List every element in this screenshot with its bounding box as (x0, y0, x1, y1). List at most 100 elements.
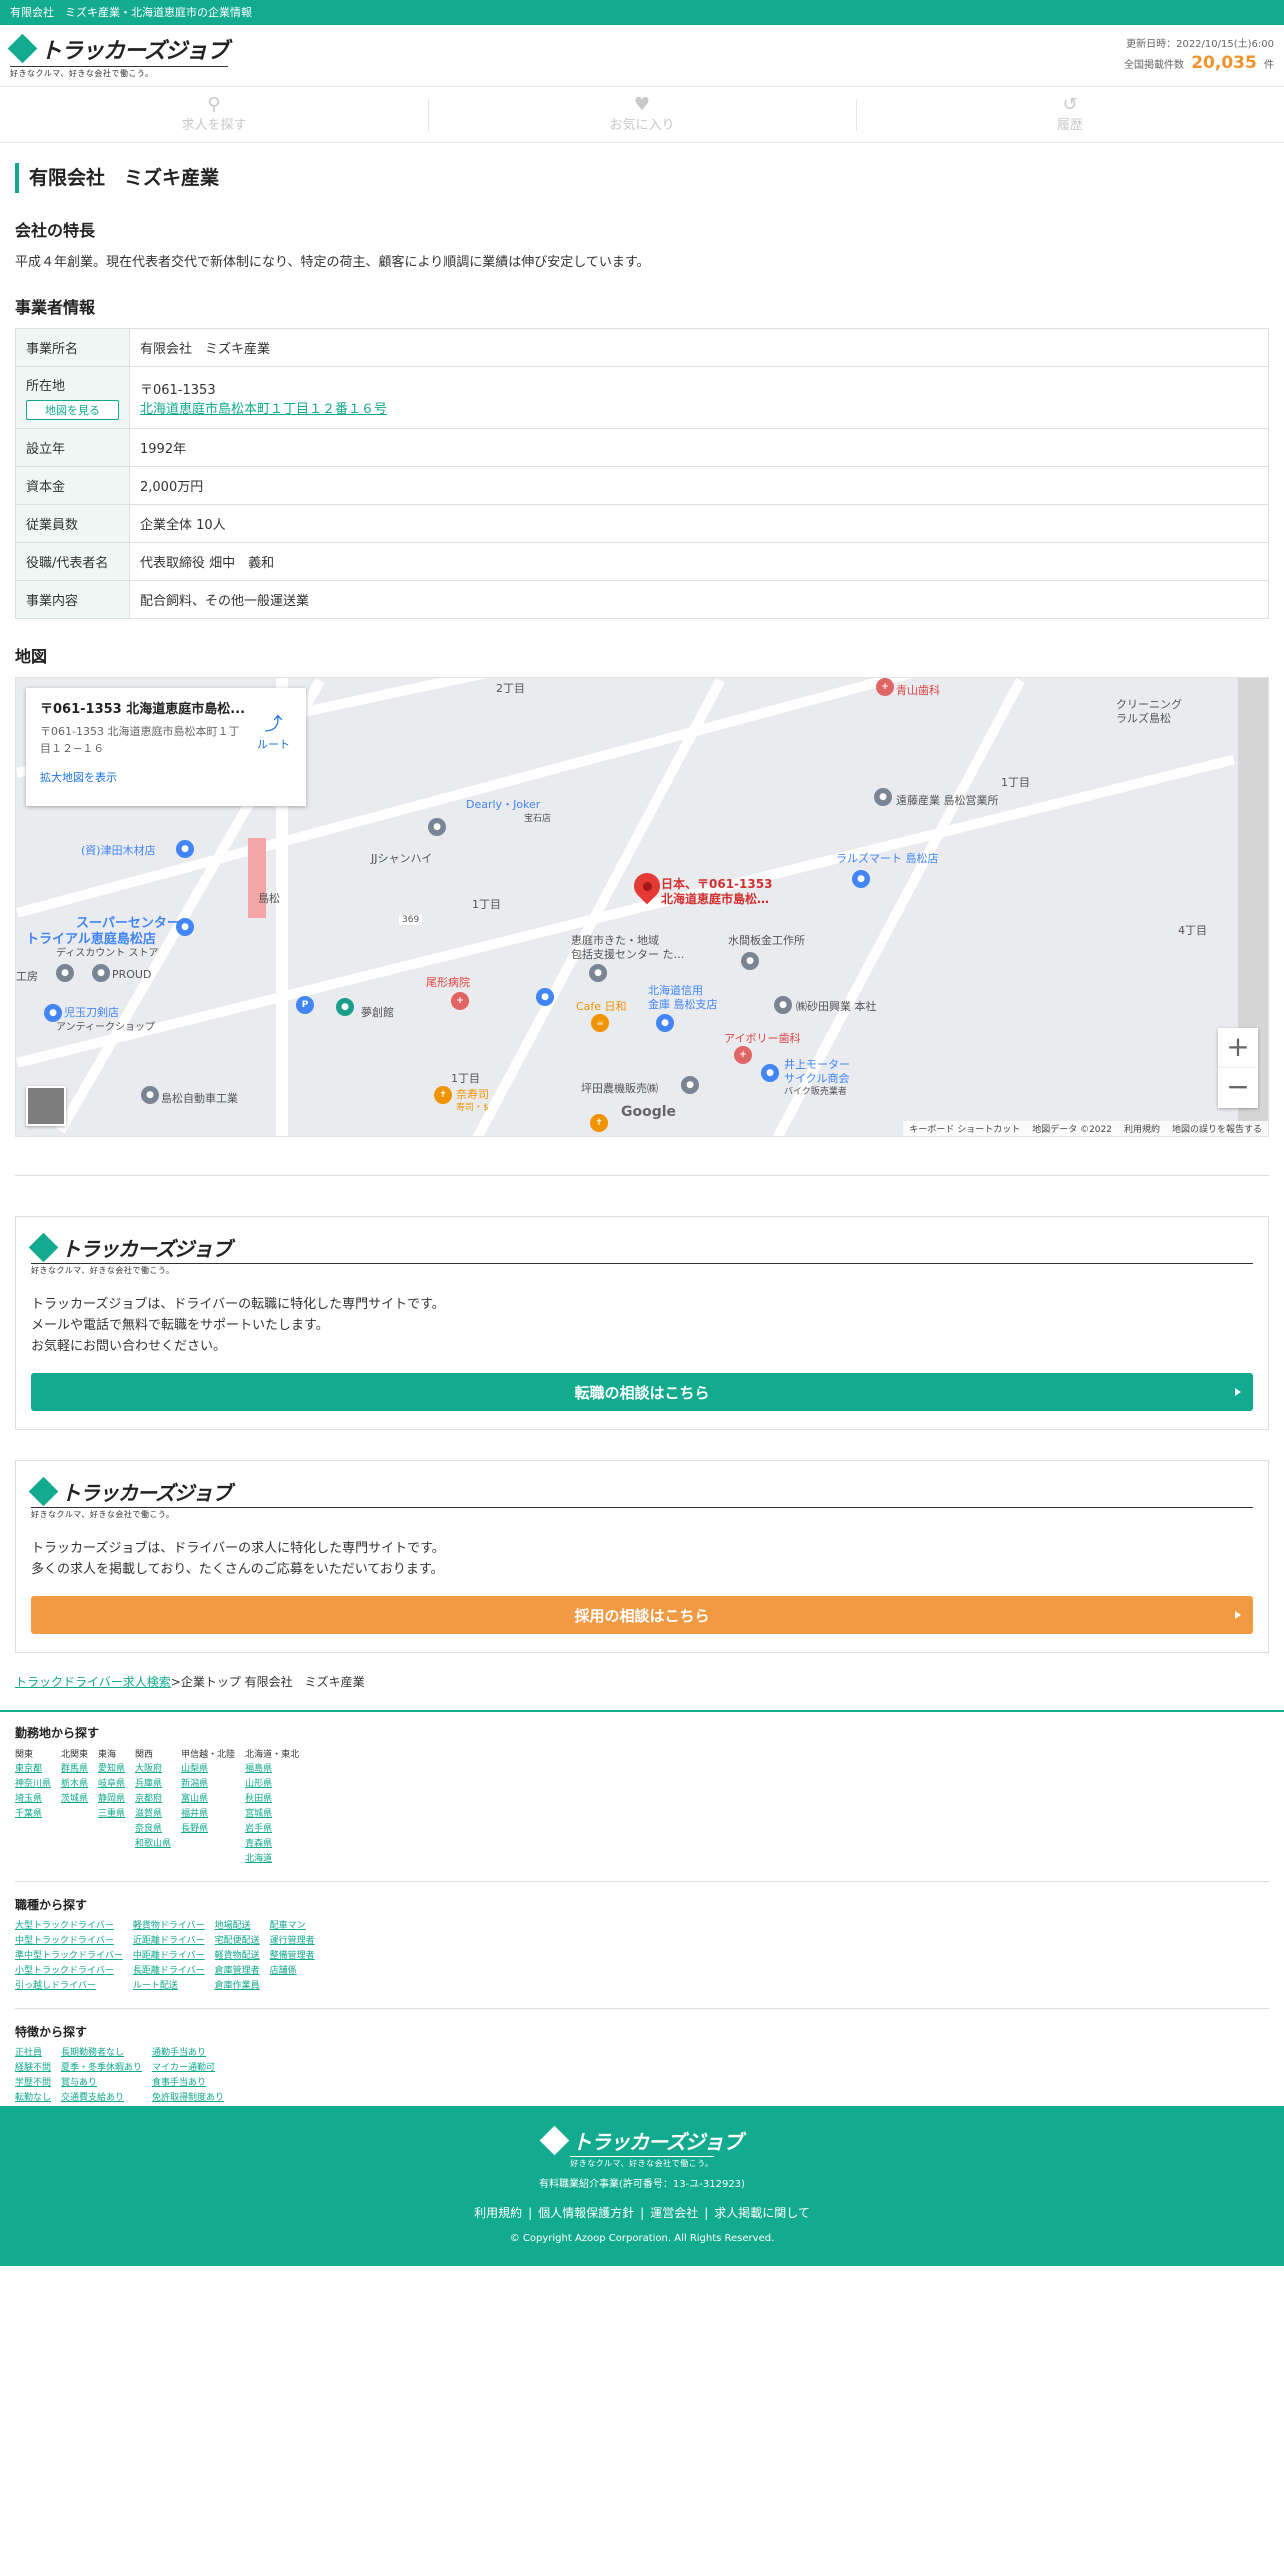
feature-link[interactable]: 学歴不問 (15, 2076, 51, 2091)
footer-links: 利用規約 | 個人情報保護方針 | 運営会社 | 求人掲載に関して (0, 2204, 1284, 2221)
region-link[interactable]: 福井県 (181, 1807, 235, 1822)
region-link[interactable]: 奈良県 (135, 1822, 171, 1837)
job-link[interactable]: ルート配送 (133, 1979, 205, 1994)
feature-link[interactable]: 経験不問 (15, 2061, 51, 2076)
job-link[interactable]: 店舗係 (270, 1964, 315, 1979)
job-link[interactable]: 準中型トラックドライバー (15, 1949, 123, 1964)
job-link[interactable]: 倉庫管理者 (215, 1964, 260, 1979)
region-link[interactable]: 和歌山県 (135, 1837, 171, 1852)
region-link[interactable]: 福島県 (245, 1762, 299, 1777)
location-pin-icon[interactable] (628, 867, 666, 907)
parking-icon: P (296, 996, 314, 1014)
nav-favorites[interactable]: ♥ お気に入り (428, 87, 856, 142)
hiring-consult-button[interactable]: 採用の相談はこちら (31, 1596, 1253, 1634)
region-link[interactable]: 新潟県 (181, 1777, 235, 1792)
region-link[interactable]: 埼玉県 (15, 1792, 51, 1807)
region-link[interactable]: 東京都 (15, 1762, 51, 1777)
region-column: 北関東 群馬県 栃木県 茨城県 (61, 1747, 88, 1867)
region-link[interactable]: 北海道 (245, 1852, 299, 1867)
region-link[interactable]: 秋田県 (245, 1792, 299, 1807)
feature-link[interactable]: 長期勤務者なし (61, 2046, 142, 2061)
breadcrumb-current: >企業トップ 有限会社 ミズキ産業 (170, 1675, 365, 1689)
google-map[interactable]: 2丁目 + 青山歯科 クリーニング ラルズ島松 1丁目 ● 遠藤産業 島松営業所… (15, 677, 1269, 1137)
rep-value: 代表取締役 畑中 義和 (129, 542, 1269, 581)
job-link[interactable]: 小型トラックドライバー (15, 1964, 123, 1979)
footer-link-posting[interactable]: 求人掲載に関して (708, 2206, 816, 2220)
route-button[interactable]: ⤴ ルート (257, 710, 290, 752)
job-link[interactable]: 近距離ドライバー (133, 1934, 205, 1949)
site-logo[interactable]: トラッカーズジョブ 好きなクルマ、好きな会社で働こう。 (7, 33, 229, 79)
region-link[interactable]: 青森県 (245, 1837, 299, 1852)
feature-link[interactable]: 転勤なし (15, 2091, 51, 2106)
footer-link-terms[interactable]: 利用規約 (468, 2206, 528, 2220)
map-card-title: 〒061-1353 北海道恵庭市島松... (40, 702, 246, 717)
job-link[interactable]: 中型トラックドライバー (15, 1934, 123, 1949)
region-link[interactable]: 千葉県 (15, 1807, 51, 1822)
feature-link[interactable]: 交通費支給あり (61, 2091, 142, 2106)
satellite-toggle[interactable] (26, 1086, 66, 1126)
address-link[interactable]: 北海道恵庭市島松本町１丁目１２番１６号 (140, 402, 387, 417)
feature-link[interactable]: 免許取得制度あり (152, 2091, 224, 2106)
job-link[interactable]: 倉庫作業員 (215, 1979, 260, 1994)
zoom-in-button[interactable]: + (1218, 1028, 1258, 1068)
job-link[interactable]: 大型トラックドライバー (15, 1919, 123, 1934)
region-link[interactable]: 富山県 (181, 1792, 235, 1807)
region-link[interactable]: 長野県 (181, 1822, 235, 1837)
promo-text: トラッカーズジョブは、ドライバーの転職に特化した専門サイトです。 メールや電話で… (31, 1294, 1253, 1357)
region-link[interactable]: 神奈川県 (15, 1777, 51, 1792)
feature-link[interactable]: 正社員 (15, 2046, 51, 2061)
region-link[interactable]: 三重県 (98, 1807, 125, 1822)
job-link[interactable]: 地場配送 (215, 1919, 260, 1934)
promo-text: トラッカーズジョブは、ドライバーの求人に特化した専門サイトです。 多くの求人を掲… (31, 1538, 1253, 1580)
region-link[interactable]: 愛知県 (98, 1762, 125, 1777)
job-link[interactable]: 整備管理者 (270, 1949, 315, 1964)
logo-text: トラッカーズジョブ (572, 2130, 743, 2154)
main-nav: ⚲ 求人を探す ♥ お気に入り ↺ 履歴 (0, 87, 1284, 143)
region-link[interactable]: 静岡県 (98, 1792, 125, 1807)
footer-logo[interactable]: トラッカーズジョブ 好きなクルマ、好きな会社で働こう。 (0, 2125, 1284, 2169)
dental-poi-icon: + (734, 1046, 752, 1064)
feature-link[interactable]: マイカー通勤可 (152, 2061, 224, 2076)
career-consult-button[interactable]: 転職の相談はこちら (31, 1373, 1253, 1411)
report-error-link[interactable]: 地図の誤りを報告する (1172, 1122, 1262, 1135)
job-link[interactable]: 長距離ドライバー (133, 1964, 205, 1979)
promo-line: お気軽にお問い合わせください。 (31, 1339, 227, 1354)
region-link[interactable]: 山形県 (245, 1777, 299, 1792)
region-link[interactable]: 滋賀県 (135, 1807, 171, 1822)
map-label: 工房 (16, 970, 38, 983)
region-link[interactable]: 群馬県 (61, 1762, 88, 1777)
region-link[interactable]: 茨城県 (61, 1792, 88, 1807)
feature-link[interactable]: 賞与あり (61, 2076, 142, 2091)
founded-label: 設立年 (15, 428, 130, 467)
job-link[interactable]: 中距離ドライバー (133, 1949, 205, 1964)
region-link[interactable]: 大阪府 (135, 1762, 171, 1777)
zoom-out-button[interactable]: − (1218, 1068, 1258, 1108)
region-link[interactable]: 宮城県 (245, 1807, 299, 1822)
map-label: 夢創館 (361, 1006, 394, 1019)
feature-link[interactable]: 夏季・冬季休暇あり (61, 2061, 142, 2076)
region-link[interactable]: 京都府 (135, 1792, 171, 1807)
larger-map-link[interactable]: 拡大地図を表示 (40, 769, 117, 785)
nav-search[interactable]: ⚲ 求人を探す (0, 87, 428, 142)
region-link[interactable]: 岐阜県 (98, 1777, 125, 1792)
view-map-button[interactable]: 地図を見る (26, 400, 119, 420)
region-link[interactable]: 岩手県 (245, 1822, 299, 1837)
footer-link-company[interactable]: 運営会社 (644, 2206, 704, 2220)
region-link[interactable]: 兵庫県 (135, 1777, 171, 1792)
job-link[interactable]: 軽貨物ドライバー (133, 1919, 205, 1934)
region-link[interactable]: 栃木県 (61, 1777, 88, 1792)
region-link[interactable]: 山梨県 (181, 1762, 235, 1777)
job-link[interactable]: 引っ越しドライバー (15, 1979, 123, 1994)
breadcrumb-link-search[interactable]: トラックドライバー求人検索 (15, 1675, 171, 1689)
job-link[interactable]: 宅配便配送 (215, 1934, 260, 1949)
job-link[interactable]: 配車マン (270, 1919, 315, 1934)
nav-history[interactable]: ↺ 履歴 (856, 87, 1284, 142)
job-link[interactable]: 運行管理者 (270, 1934, 315, 1949)
feature-link[interactable]: 通勤手当あり (152, 2046, 224, 2061)
job-link[interactable]: 軽貨物配送 (215, 1949, 260, 1964)
keyboard-shortcuts-link[interactable]: キーボード ショートカット (909, 1122, 1020, 1135)
feature-link[interactable]: 食事手当あり (152, 2076, 224, 2091)
footer-link-privacy[interactable]: 個人情報保護方針 (532, 2206, 640, 2220)
terms-link[interactable]: 利用規約 (1124, 1122, 1160, 1135)
main-content: 有限会社 ミズキ産業 会社の特長 平成４年創業。現在代表者交代で新体制になり、特… (0, 163, 1284, 1690)
